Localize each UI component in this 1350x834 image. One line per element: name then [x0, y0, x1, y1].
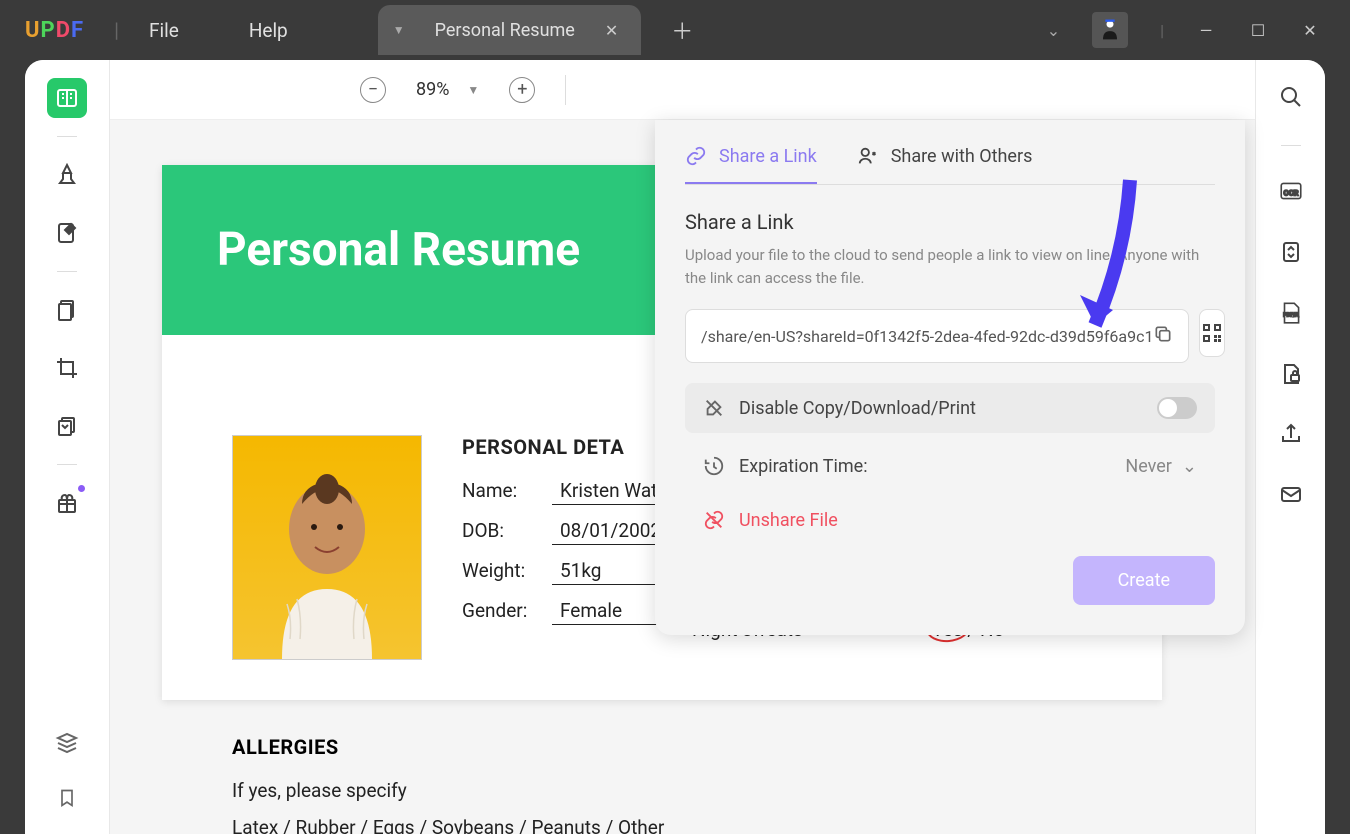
menu-help[interactable]: Help — [249, 19, 288, 42]
zoom-level[interactable]: 89% ▼ — [416, 79, 479, 100]
app-logo: UPDF — [25, 18, 84, 43]
copy-icon[interactable] — [1153, 324, 1173, 348]
divider: | — [114, 18, 119, 42]
pages-button[interactable] — [47, 290, 87, 330]
stack-icon[interactable] — [55, 730, 79, 758]
user-avatar[interactable] — [1092, 12, 1128, 48]
unshare-label: Unshare File — [739, 510, 838, 531]
gender-label: Gender: — [462, 599, 552, 622]
share-link-text: /share/en-US?shareId=0f1342f5-2dea-4fed-… — [701, 327, 1153, 346]
svg-text:PDF/A: PDF/A — [1283, 312, 1299, 318]
qr-code-button[interactable] — [1199, 309, 1225, 357]
tab-label: Share with Others — [891, 146, 1033, 167]
disable-copy-toggle[interactable] — [1157, 397, 1197, 419]
allergies-line: If yes, please specify — [232, 779, 664, 802]
divider: | — [1160, 21, 1164, 40]
tab-label: Share a Link — [719, 146, 817, 167]
option-label: Disable Copy/Download/Print — [739, 398, 976, 419]
share-tabs: Share a Link Share with Others — [685, 145, 1215, 185]
pdfa-icon[interactable]: PDF/A — [1278, 300, 1304, 330]
zoom-value-text: 89% — [416, 79, 449, 100]
chevron-down-icon: ▼ — [467, 83, 479, 97]
chevron-down-icon[interactable]: ⌄ — [1047, 21, 1060, 40]
add-tab-button[interactable]: ＋ — [671, 14, 693, 46]
crop-button[interactable] — [47, 348, 87, 388]
minimize-button[interactable]: — — [1196, 21, 1216, 40]
svg-text:OCR: OCR — [1283, 188, 1298, 197]
disable-copy-option: Disable Copy/Download/Print — [685, 383, 1215, 433]
weight-label: Weight: — [462, 559, 552, 582]
option-label: Expiration Time: — [739, 456, 868, 477]
create-button[interactable]: Create — [1073, 556, 1215, 605]
weight-value: 51kg — [552, 559, 672, 585]
highlight-button[interactable] — [47, 155, 87, 195]
share-panel: Share a Link Share with Others Share a L… — [655, 120, 1245, 635]
tab-title: Personal Resume — [435, 20, 575, 41]
layers-button[interactable] — [47, 406, 87, 446]
allergies-title: ALLERGIES — [232, 735, 664, 759]
edit-button[interactable] — [47, 213, 87, 253]
share-link-input[interactable]: /share/en-US?shareId=0f1342f5-2dea-4fed-… — [685, 309, 1189, 363]
allergies-line: Latex / Rubber / Eggs / Soybeans / Peanu… — [232, 816, 664, 834]
gift-button[interactable] — [47, 483, 87, 523]
workspace: OCR PDF/A − 89% ▼ + Personal Resume — [25, 60, 1325, 834]
tab-share-others[interactable]: Share with Others — [857, 145, 1033, 184]
mail-icon[interactable] — [1279, 482, 1303, 510]
gender-value: Female — [552, 599, 672, 625]
zoom-out-button[interactable]: − — [360, 77, 386, 103]
search-icon[interactable] — [1279, 85, 1303, 113]
reader-mode-button[interactable] — [47, 78, 87, 118]
right-sidebar: OCR PDF/A — [1255, 60, 1325, 834]
dob-value: 08/01/2002 — [552, 519, 672, 545]
left-sidebar — [25, 60, 110, 834]
expiration-value[interactable]: Never ⌄ — [1125, 456, 1197, 477]
allergies-section: ALLERGIES If yes, please specify Latex /… — [232, 735, 664, 834]
panel-title: Share a Link — [685, 210, 1215, 234]
bookmark-icon[interactable] — [57, 786, 77, 814]
resume-photo — [232, 435, 422, 660]
tab-dropdown-icon[interactable]: ▼ — [393, 23, 405, 37]
expiration-option[interactable]: Expiration Time: Never ⌄ — [685, 445, 1215, 487]
ocr-icon[interactable]: OCR — [1278, 178, 1304, 208]
titlebar: UPDF | File Help ▼ Personal Resume ✕ ＋ ⌄… — [0, 0, 1350, 60]
unshare-button[interactable]: Unshare File — [685, 499, 1215, 541]
close-button[interactable]: ✕ — [1300, 21, 1320, 40]
zoom-toolbar: − 89% ▼ + — [110, 60, 1255, 120]
zoom-in-button[interactable]: + — [509, 77, 535, 103]
maximize-button[interactable]: ☐ — [1248, 21, 1268, 40]
menu-file[interactable]: File — [149, 19, 179, 42]
page-title: Personal Resume — [217, 223, 580, 277]
share-icon[interactable] — [1279, 422, 1303, 450]
tab-close-icon[interactable]: ✕ — [605, 21, 618, 40]
tab-share-link[interactable]: Share a Link — [685, 145, 817, 184]
protect-icon[interactable] — [1279, 362, 1303, 390]
divider — [565, 75, 566, 105]
panel-description: Upload your file to the cloud to send pe… — [685, 244, 1215, 289]
chevron-down-icon: ⌄ — [1182, 456, 1197, 477]
convert-icon[interactable] — [1279, 240, 1303, 268]
document-tab[interactable]: ▼ Personal Resume ✕ — [378, 5, 642, 55]
name-label: Name: — [462, 479, 552, 502]
dob-label: DOB: — [462, 519, 552, 542]
